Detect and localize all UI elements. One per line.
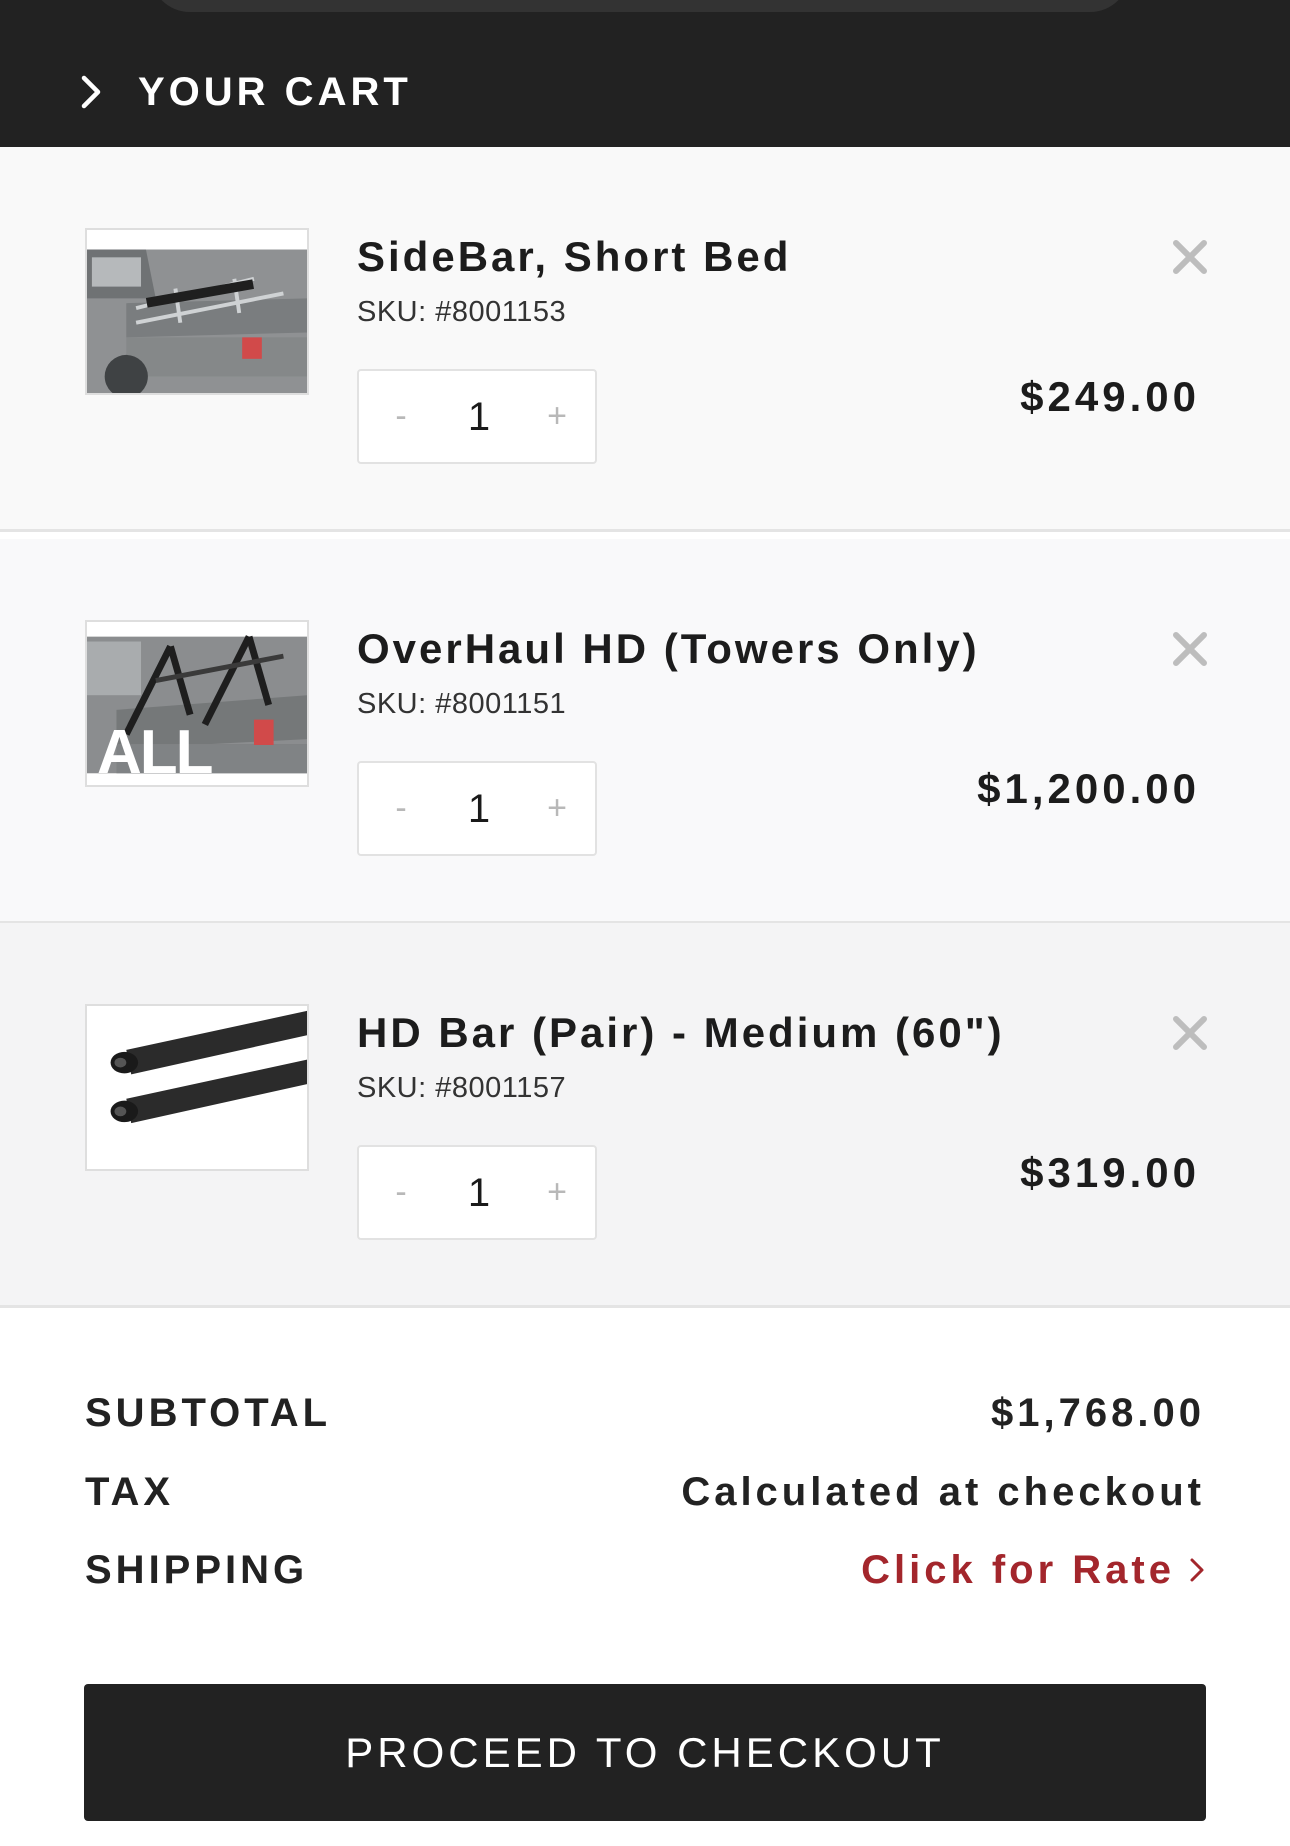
cart-item: ALL OverHaul HD (Towers Only) SKU: #8001…	[0, 539, 1290, 924]
item-name[interactable]: HD Bar (Pair) - Medium (60")	[357, 1009, 1005, 1057]
shipping-row: SHIPPING Click for Rate	[85, 1540, 1205, 1600]
cart-title: YOUR CART	[138, 69, 412, 114]
cart-header: YOUR CART	[0, 0, 1290, 147]
chevron-right-icon	[80, 66, 114, 118]
top-pill-decoration	[150, 0, 1130, 12]
cart-item: HD Bar (Pair) - Medium (60") SKU: #80011…	[0, 923, 1290, 1308]
item-name[interactable]: OverHaul HD (Towers Only)	[357, 625, 980, 673]
quantity-value[interactable]: 1	[459, 389, 499, 445]
decrement-button[interactable]: -	[381, 1172, 421, 1212]
increment-button[interactable]: +	[537, 396, 577, 436]
increment-button[interactable]: +	[537, 788, 577, 828]
increment-button[interactable]: +	[537, 1172, 577, 1212]
close-icon[interactable]	[1170, 1013, 1210, 1053]
quantity-value[interactable]: 1	[459, 781, 499, 837]
decrement-button[interactable]: -	[381, 396, 421, 436]
subtotal-value: $1,768.00	[991, 1391, 1205, 1435]
tax-row: TAX Calculated at checkout	[85, 1462, 1205, 1522]
checkout-button[interactable]: PROCEED TO CHECKOUT	[84, 1684, 1206, 1821]
tax-value: Calculated at checkout	[681, 1470, 1205, 1514]
shipping-label: SHIPPING	[85, 1548, 309, 1592]
item-sku: SKU: #8001157	[357, 1072, 567, 1104]
item-name[interactable]: SideBar, Short Bed	[357, 233, 791, 281]
tax-label: TAX	[85, 1470, 175, 1514]
shipping-rate-text: Click for Rate	[861, 1548, 1175, 1592]
subtotal-row: SUBTOTAL $1,768.00	[85, 1383, 1205, 1443]
product-thumbnail[interactable]	[85, 228, 309, 395]
cart-toggle[interactable]: YOUR CART	[80, 66, 412, 118]
item-price: $319.00	[1020, 1149, 1200, 1196]
quantity-value[interactable]: 1	[459, 1165, 499, 1221]
decrement-button[interactable]: -	[381, 788, 421, 828]
chevron-right-icon	[1189, 1557, 1205, 1583]
item-sku: SKU: #8001151	[357, 688, 567, 720]
subtotal-label: SUBTOTAL	[85, 1391, 332, 1435]
shipping-rate-link[interactable]: Click for Rate	[861, 1540, 1205, 1600]
close-icon[interactable]	[1170, 237, 1210, 277]
close-icon[interactable]	[1170, 629, 1210, 669]
quantity-stepper: - 1 +	[357, 1145, 597, 1240]
cart-item: SideBar, Short Bed SKU: #8001153 - 1 + $…	[0, 147, 1290, 532]
product-thumbnail[interactable]	[85, 1004, 309, 1171]
item-price: $249.00	[1020, 373, 1200, 420]
product-thumbnail[interactable]: ALL	[85, 620, 309, 787]
quantity-stepper: - 1 +	[357, 369, 597, 464]
item-price: $1,200.00	[977, 765, 1200, 812]
item-sku: SKU: #8001153	[357, 296, 567, 328]
quantity-stepper: - 1 +	[357, 761, 597, 856]
thumbnail-overlay-text: ALL	[97, 718, 214, 787]
